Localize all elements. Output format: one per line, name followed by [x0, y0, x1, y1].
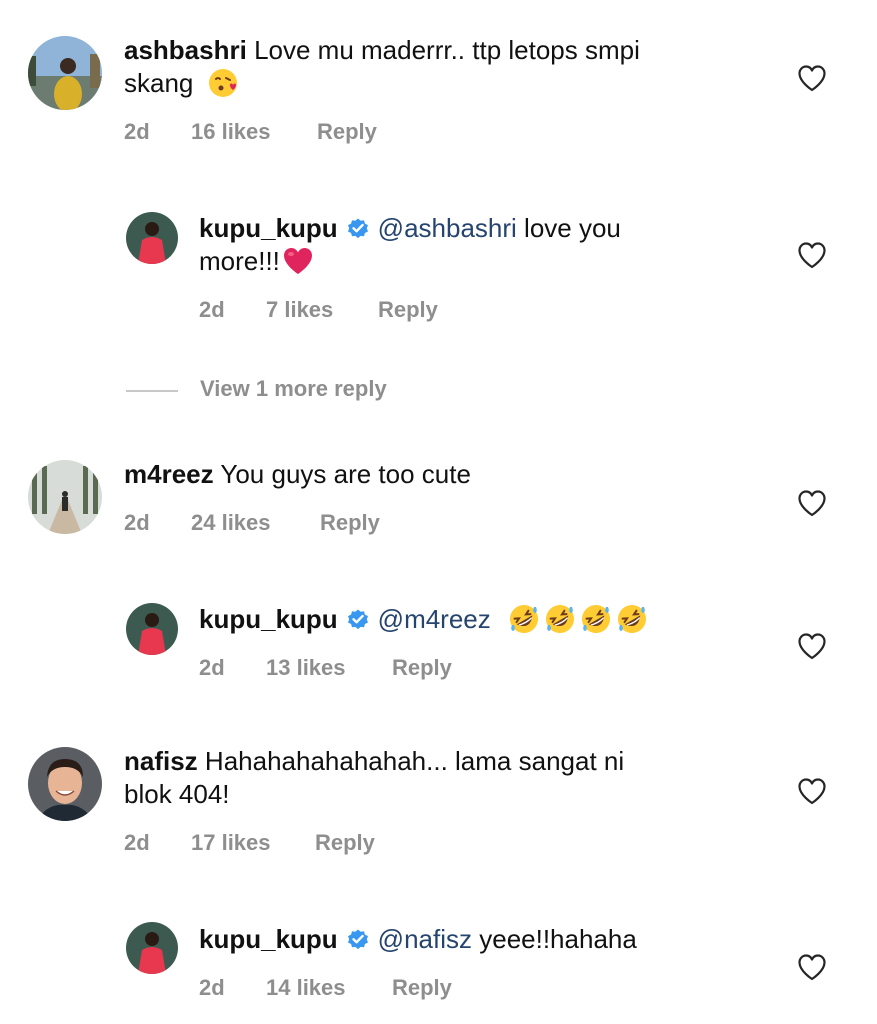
thread-line-divider	[126, 390, 178, 392]
comment-username[interactable]: kupu_kupu	[199, 213, 338, 243]
comment-username[interactable]: nafisz	[124, 746, 198, 776]
rolling-on-floor-laughing-emoji-icon	[616, 603, 648, 635]
comment-likes[interactable]: 7 likes	[266, 297, 333, 323]
comment-text: nafisz Hahahahahahahah... lama sangat ni…	[124, 745, 764, 811]
avatar[interactable]	[28, 36, 102, 110]
avatar[interactable]	[126, 212, 178, 264]
view-more-replies-label[interactable]: View 1 more reply	[200, 376, 387, 402]
comment-text: kupu_kupu @nafisz yeee!!hahaha	[199, 923, 759, 956]
comment-likes[interactable]: 13 likes	[266, 655, 346, 681]
comment-username[interactable]: m4reez	[124, 459, 214, 489]
comment-likes[interactable]: 17 likes	[191, 830, 271, 856]
mention-link[interactable]: @m4reez	[378, 604, 491, 634]
comment-body-continued: skang	[124, 68, 194, 98]
avatar[interactable]	[28, 747, 102, 821]
comment-time: 2d	[124, 830, 150, 855]
rolling-on-floor-laughing-emoji-icon	[508, 603, 540, 635]
comment-body: Love mu maderrr.. ttp letops smpi	[254, 35, 640, 65]
comment-time: 2d	[124, 119, 150, 144]
reply-button[interactable]: Reply	[320, 510, 380, 536]
comment-body: love you	[524, 213, 621, 243]
comment-time: 2d	[199, 297, 225, 322]
comment-likes[interactable]: 16 likes	[191, 119, 271, 145]
comment-username[interactable]: kupu_kupu	[199, 604, 338, 634]
verified-badge-icon	[346, 216, 370, 240]
heart-outline-icon[interactable]	[797, 489, 827, 517]
kissing-heart-emoji-icon	[207, 67, 239, 99]
comment-username[interactable]: ashbashri	[124, 35, 247, 65]
avatar[interactable]	[126, 603, 178, 655]
comment-text: ashbashri Love mu maderrr.. ttp letops s…	[124, 34, 754, 100]
comment-body: yeee!!hahaha	[479, 924, 637, 954]
verified-badge-icon	[346, 927, 370, 951]
heart-outline-icon[interactable]	[797, 953, 827, 981]
comment-username[interactable]: kupu_kupu	[199, 924, 338, 954]
mention-link[interactable]: @ashbashri	[378, 213, 517, 243]
reply-button[interactable]: Reply	[317, 119, 377, 145]
comment-body-continued: more!!!	[199, 246, 280, 276]
comment-body-continued: blok 404!	[124, 779, 230, 809]
comment-text: m4reez You guys are too cute	[124, 458, 754, 491]
avatar[interactable]	[126, 922, 178, 974]
comment-likes[interactable]: 24 likes	[191, 510, 271, 536]
reply-button[interactable]: Reply	[378, 297, 438, 323]
heart-outline-icon[interactable]	[797, 777, 827, 805]
heart-outline-icon[interactable]	[797, 64, 827, 92]
comment-time: 2d	[199, 975, 225, 1000]
mention-link[interactable]: @nafisz	[378, 924, 472, 954]
reply-button[interactable]: Reply	[315, 830, 375, 856]
reply-button[interactable]: Reply	[392, 655, 452, 681]
comment-likes[interactable]: 14 likes	[266, 975, 346, 1001]
verified-badge-icon	[346, 607, 370, 631]
comment-text: kupu_kupu @ashbashri love you more!!!	[199, 212, 759, 278]
reply-button[interactable]: Reply	[392, 975, 452, 1001]
comment-time: 2d	[199, 655, 225, 680]
heart-outline-icon[interactable]	[797, 241, 827, 269]
comment-body: Hahahahahahahah... lama sangat ni	[204, 746, 625, 776]
red-heart-emoji-icon	[282, 245, 314, 277]
comment-text: kupu_kupu @m4reez	[199, 603, 759, 636]
rolling-on-floor-laughing-emoji-icon	[580, 603, 612, 635]
comment-body: You guys are too cute	[220, 459, 471, 489]
avatar[interactable]	[28, 460, 102, 534]
comment-time: 2d	[124, 510, 150, 535]
heart-outline-icon[interactable]	[797, 632, 827, 660]
rolling-on-floor-laughing-emoji-icon	[544, 603, 576, 635]
